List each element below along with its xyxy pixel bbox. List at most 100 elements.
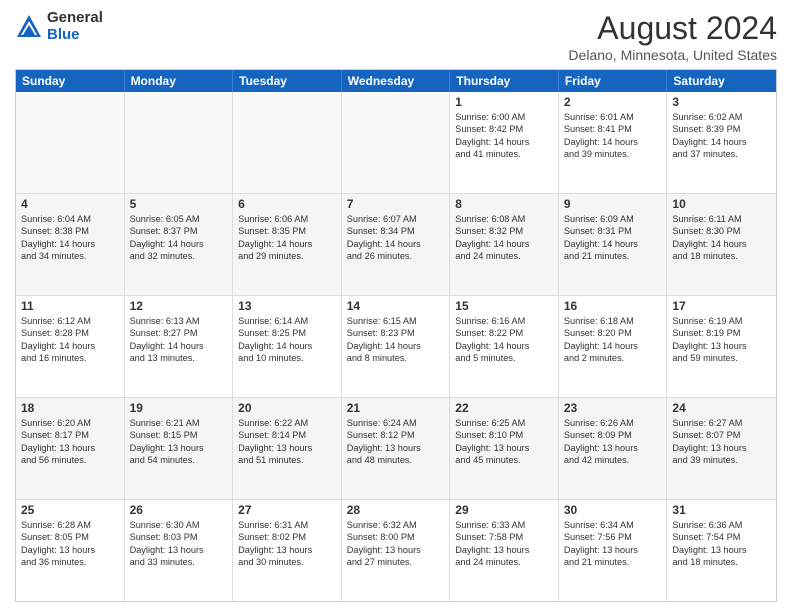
day-number: 12 <box>130 299 228 313</box>
day-number: 27 <box>238 503 336 517</box>
day-details: Sunrise: 6:09 AM Sunset: 8:31 PM Dayligh… <box>564 213 662 263</box>
calendar-cell-9: 9 Sunrise: 6:09 AM Sunset: 8:31 PM Daylig… <box>559 194 668 295</box>
day-number: 9 <box>564 197 662 211</box>
weekday-header-tuesday: Tuesday <box>233 70 342 92</box>
day-details: Sunrise: 6:34 AM Sunset: 7:56 PM Dayligh… <box>564 519 662 569</box>
day-number: 13 <box>238 299 336 313</box>
calendar-cell-26: 26 Sunrise: 6:30 AM Sunset: 8:03 PM Dayli… <box>125 500 234 601</box>
calendar-row-1: 1 Sunrise: 6:00 AM Sunset: 8:42 PM Daylig… <box>16 92 776 194</box>
day-number: 6 <box>238 197 336 211</box>
calendar-cell-18: 18 Sunrise: 6:20 AM Sunset: 8:17 PM Dayli… <box>16 398 125 499</box>
weekday-header-monday: Monday <box>125 70 234 92</box>
weekday-header-sunday: Sunday <box>16 70 125 92</box>
day-number: 15 <box>455 299 553 313</box>
day-details: Sunrise: 6:04 AM Sunset: 8:38 PM Dayligh… <box>21 213 119 263</box>
calendar-cell-19: 19 Sunrise: 6:21 AM Sunset: 8:15 PM Dayli… <box>125 398 234 499</box>
day-details: Sunrise: 6:20 AM Sunset: 8:17 PM Dayligh… <box>21 417 119 467</box>
day-number: 25 <box>21 503 119 517</box>
calendar-header: SundayMondayTuesdayWednesdayThursdayFrid… <box>16 70 776 92</box>
logo-general: General <box>47 10 103 27</box>
day-details: Sunrise: 6:05 AM Sunset: 8:37 PM Dayligh… <box>130 213 228 263</box>
calendar-cell-15: 15 Sunrise: 6:16 AM Sunset: 8:22 PM Dayli… <box>450 296 559 397</box>
calendar-cell-10: 10 Sunrise: 6:11 AM Sunset: 8:30 PM Dayli… <box>667 194 776 295</box>
day-details: Sunrise: 6:33 AM Sunset: 7:58 PM Dayligh… <box>455 519 553 569</box>
day-details: Sunrise: 6:32 AM Sunset: 8:00 PM Dayligh… <box>347 519 445 569</box>
calendar-cell-20: 20 Sunrise: 6:22 AM Sunset: 8:14 PM Dayli… <box>233 398 342 499</box>
title-block: August 2024 Delano, Minnesota, United St… <box>568 10 777 63</box>
day-details: Sunrise: 6:31 AM Sunset: 8:02 PM Dayligh… <box>238 519 336 569</box>
day-details: Sunrise: 6:08 AM Sunset: 8:32 PM Dayligh… <box>455 213 553 263</box>
day-number: 8 <box>455 197 553 211</box>
day-details: Sunrise: 6:07 AM Sunset: 8:34 PM Dayligh… <box>347 213 445 263</box>
day-details: Sunrise: 6:27 AM Sunset: 8:07 PM Dayligh… <box>672 417 771 467</box>
day-details: Sunrise: 6:00 AM Sunset: 8:42 PM Dayligh… <box>455 111 553 161</box>
location: Delano, Minnesota, United States <box>568 47 777 63</box>
day-number: 3 <box>672 95 771 109</box>
calendar-cell-8: 8 Sunrise: 6:08 AM Sunset: 8:32 PM Daylig… <box>450 194 559 295</box>
day-number: 29 <box>455 503 553 517</box>
day-number: 17 <box>672 299 771 313</box>
day-details: Sunrise: 6:30 AM Sunset: 8:03 PM Dayligh… <box>130 519 228 569</box>
calendar: SundayMondayTuesdayWednesdayThursdayFrid… <box>15 69 777 602</box>
calendar-cell-empty-2 <box>233 92 342 193</box>
day-number: 21 <box>347 401 445 415</box>
calendar-row-2: 4 Sunrise: 6:04 AM Sunset: 8:38 PM Daylig… <box>16 194 776 296</box>
calendar-cell-17: 17Sunrise: 6:19 AM Sunset: 8:19 PM Dayli… <box>667 296 776 397</box>
logo-icon <box>15 13 43 41</box>
day-number: 30 <box>564 503 662 517</box>
day-details: Sunrise: 6:21 AM Sunset: 8:15 PM Dayligh… <box>130 417 228 467</box>
day-details: Sunrise: 6:11 AM Sunset: 8:30 PM Dayligh… <box>672 213 771 263</box>
calendar-body: 1 Sunrise: 6:00 AM Sunset: 8:42 PM Daylig… <box>16 92 776 601</box>
day-number: 23 <box>564 401 662 415</box>
day-details: Sunrise: 6:06 AM Sunset: 8:35 PM Dayligh… <box>238 213 336 263</box>
day-details: Sunrise: 6:15 AM Sunset: 8:23 PM Dayligh… <box>347 315 445 365</box>
day-number: 1 <box>455 95 553 109</box>
day-details: Sunrise: 6:25 AM Sunset: 8:10 PM Dayligh… <box>455 417 553 467</box>
day-number: 20 <box>238 401 336 415</box>
weekday-header-thursday: Thursday <box>450 70 559 92</box>
day-number: 18 <box>21 401 119 415</box>
calendar-cell-12: 12 Sunrise: 6:13 AM Sunset: 8:27 PM Dayli… <box>125 296 234 397</box>
calendar-cell-29: 29 Sunrise: 6:33 AM Sunset: 7:58 PM Dayli… <box>450 500 559 601</box>
day-details: Sunrise: 6:13 AM Sunset: 8:27 PM Dayligh… <box>130 315 228 365</box>
header: General Blue August 2024 Delano, Minneso… <box>15 10 777 63</box>
day-number: 16 <box>564 299 662 313</box>
calendar-cell-empty-1 <box>125 92 234 193</box>
day-details: Sunrise: 6:01 AM Sunset: 8:41 PM Dayligh… <box>564 111 662 161</box>
calendar-cell-28: 28 Sunrise: 6:32 AM Sunset: 8:00 PM Dayli… <box>342 500 451 601</box>
calendar-cell-11: 11 Sunrise: 6:12 AM Sunset: 8:28 PM Dayli… <box>16 296 125 397</box>
day-details: Sunrise: 6:02 AM Sunset: 8:39 PM Dayligh… <box>672 111 771 161</box>
calendar-cell-empty-0 <box>16 92 125 193</box>
calendar-cell-14: 14Sunrise: 6:15 AM Sunset: 8:23 PM Dayli… <box>342 296 451 397</box>
day-details: Sunrise: 6:22 AM Sunset: 8:14 PM Dayligh… <box>238 417 336 467</box>
day-number: 11 <box>21 299 119 313</box>
day-number: 26 <box>130 503 228 517</box>
day-number: 2 <box>564 95 662 109</box>
day-number: 4 <box>21 197 119 211</box>
month-year: August 2024 <box>568 10 777 47</box>
day-number: 31 <box>672 503 771 517</box>
day-details: Sunrise: 6:18 AM Sunset: 8:20 PM Dayligh… <box>564 315 662 365</box>
calendar-cell-22: 22 Sunrise: 6:25 AM Sunset: 8:10 PM Dayli… <box>450 398 559 499</box>
day-number: 24 <box>672 401 771 415</box>
page: General Blue August 2024 Delano, Minneso… <box>0 0 792 612</box>
day-details: Sunrise: 6:36 AM Sunset: 7:54 PM Dayligh… <box>672 519 771 569</box>
calendar-cell-3: 3 Sunrise: 6:02 AM Sunset: 8:39 PM Daylig… <box>667 92 776 193</box>
day-details: Sunrise: 6:12 AM Sunset: 8:28 PM Dayligh… <box>21 315 119 365</box>
weekday-header-friday: Friday <box>559 70 668 92</box>
calendar-cell-6: 6 Sunrise: 6:06 AM Sunset: 8:35 PM Daylig… <box>233 194 342 295</box>
day-details: Sunrise: 6:24 AM Sunset: 8:12 PM Dayligh… <box>347 417 445 467</box>
calendar-cell-30: 30 Sunrise: 6:34 AM Sunset: 7:56 PM Dayli… <box>559 500 668 601</box>
day-number: 22 <box>455 401 553 415</box>
weekday-header-wednesday: Wednesday <box>342 70 451 92</box>
day-number: 10 <box>672 197 771 211</box>
logo-text: General Blue <box>47 10 103 43</box>
calendar-cell-empty-3 <box>342 92 451 193</box>
day-number: 28 <box>347 503 445 517</box>
calendar-cell-23: 23Sunrise: 6:26 AM Sunset: 8:09 PM Dayli… <box>559 398 668 499</box>
calendar-row-5: 25Sunrise: 6:28 AM Sunset: 8:05 PM Dayli… <box>16 500 776 601</box>
calendar-cell-21: 21 Sunrise: 6:24 AM Sunset: 8:12 PM Dayli… <box>342 398 451 499</box>
day-details: Sunrise: 6:16 AM Sunset: 8:22 PM Dayligh… <box>455 315 553 365</box>
day-number: 19 <box>130 401 228 415</box>
calendar-cell-24: 24 Sunrise: 6:27 AM Sunset: 8:07 PM Dayli… <box>667 398 776 499</box>
